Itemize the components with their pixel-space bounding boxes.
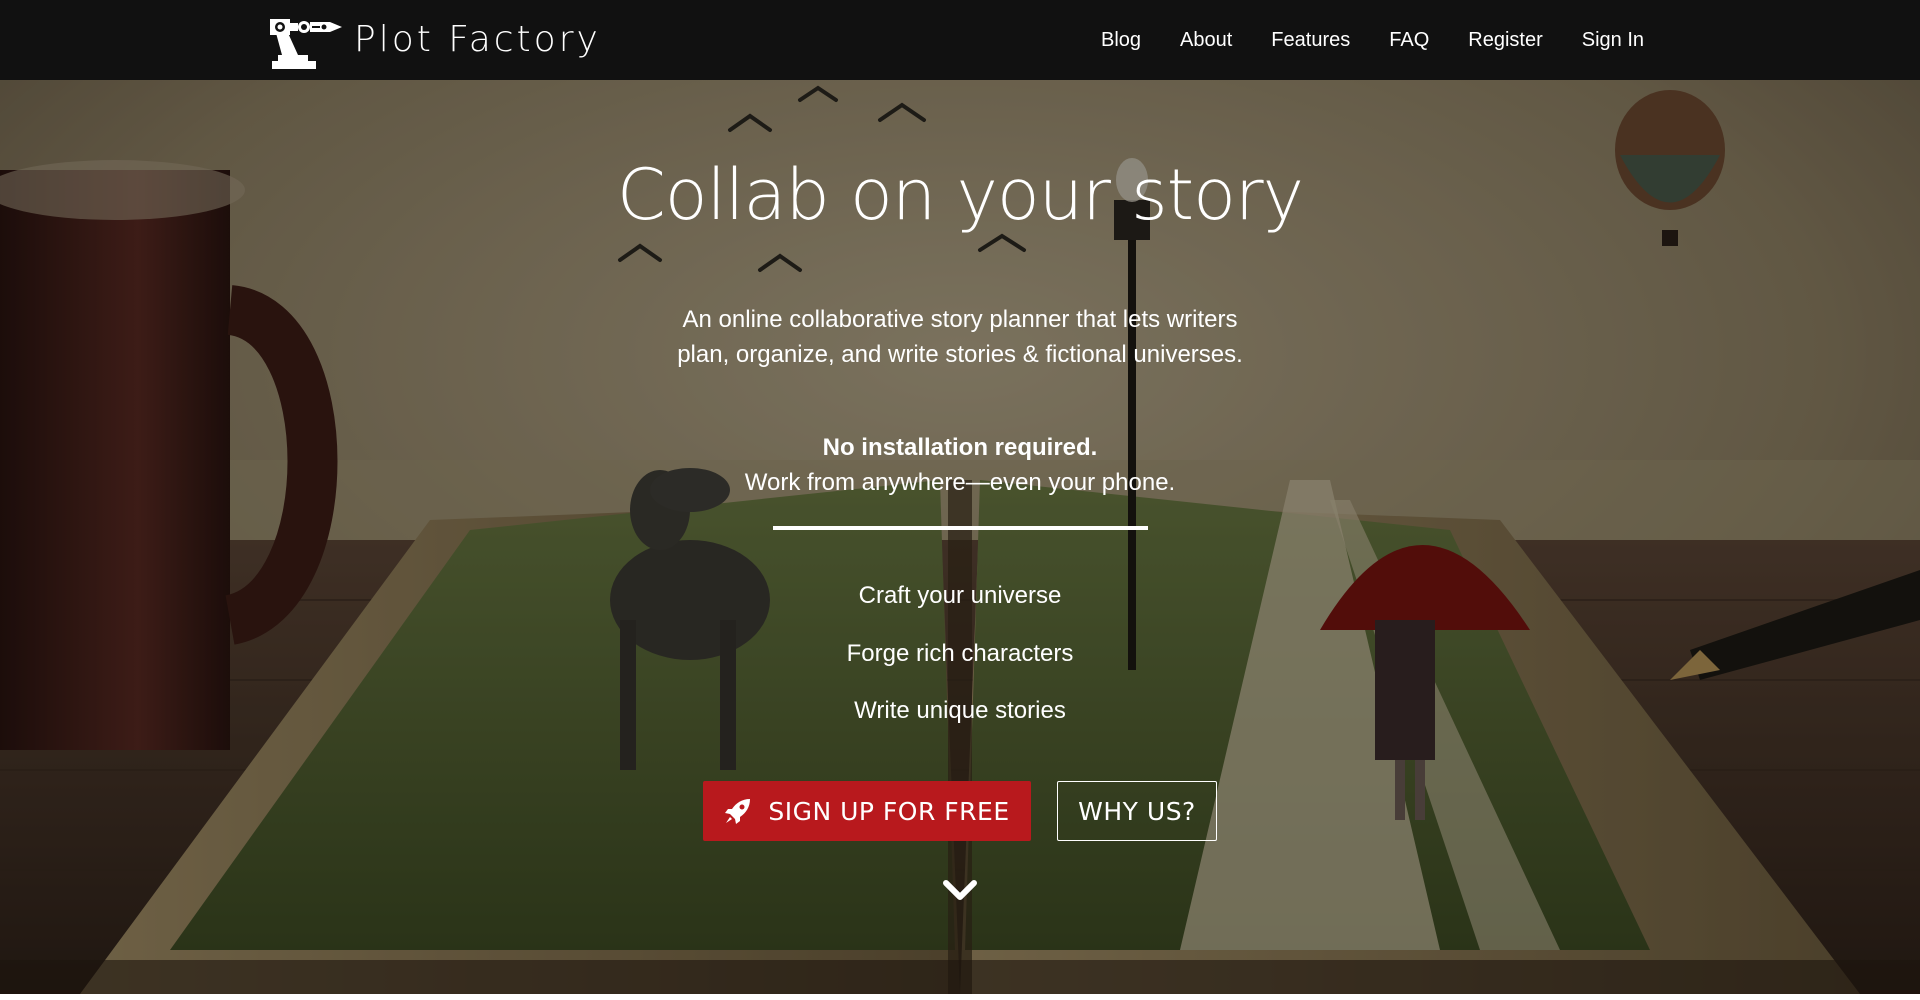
hero-section: Collab on your story An online collabora…	[0, 80, 1920, 994]
hero-divider	[773, 526, 1148, 530]
page: Plot Factory Blog About Features FAQ Reg…	[0, 0, 1920, 1000]
sign-up-label: SIGN UP FOR FREE	[768, 796, 1010, 826]
nav-link-features[interactable]: Features	[1271, 0, 1350, 80]
nav-link-sign-in[interactable]: Sign In	[1582, 0, 1644, 80]
nav-link-register[interactable]: Register	[1468, 0, 1542, 80]
hero-title: Collab on your story	[616, 154, 1304, 236]
chevron-down-icon[interactable]	[940, 875, 980, 907]
feature-list: Craft your universe Forge rich character…	[0, 567, 1920, 740]
sign-up-button[interactable]: SIGN UP FOR FREE	[703, 781, 1031, 841]
hero-work-anywhere: Work from anywhere—even your phone.	[744, 469, 1176, 496]
hero-no-installation: No installation required.	[822, 434, 1098, 461]
nav-link-about[interactable]: About	[1180, 0, 1232, 80]
top-navbar: Plot Factory Blog About Features FAQ Reg…	[0, 0, 1920, 80]
brand-home-link[interactable]: Plot Factory	[268, 10, 601, 70]
nav-link-blog[interactable]: Blog	[1101, 0, 1141, 80]
brand-name: Plot Factory	[354, 19, 601, 60]
feature-item-characters: Forge rich characters	[846, 639, 1074, 667]
hero-content: Collab on your story An online collabora…	[0, 80, 1920, 994]
feature-item-universe: Craft your universe	[858, 582, 1062, 609]
hero-description: An online collaborative story planner th…	[677, 306, 1243, 368]
why-us-button[interactable]: WHY US?	[1057, 781, 1217, 841]
rocket-icon	[725, 799, 751, 824]
nav-link-faq[interactable]: FAQ	[1389, 0, 1429, 80]
why-us-label: WHY US?	[1078, 796, 1196, 826]
robot-arm-pen-icon	[270, 19, 342, 69]
main-nav: Blog About Features FAQ Register Sign In	[1062, 0, 1644, 80]
feature-item-stories: Write unique stories	[854, 697, 1066, 724]
